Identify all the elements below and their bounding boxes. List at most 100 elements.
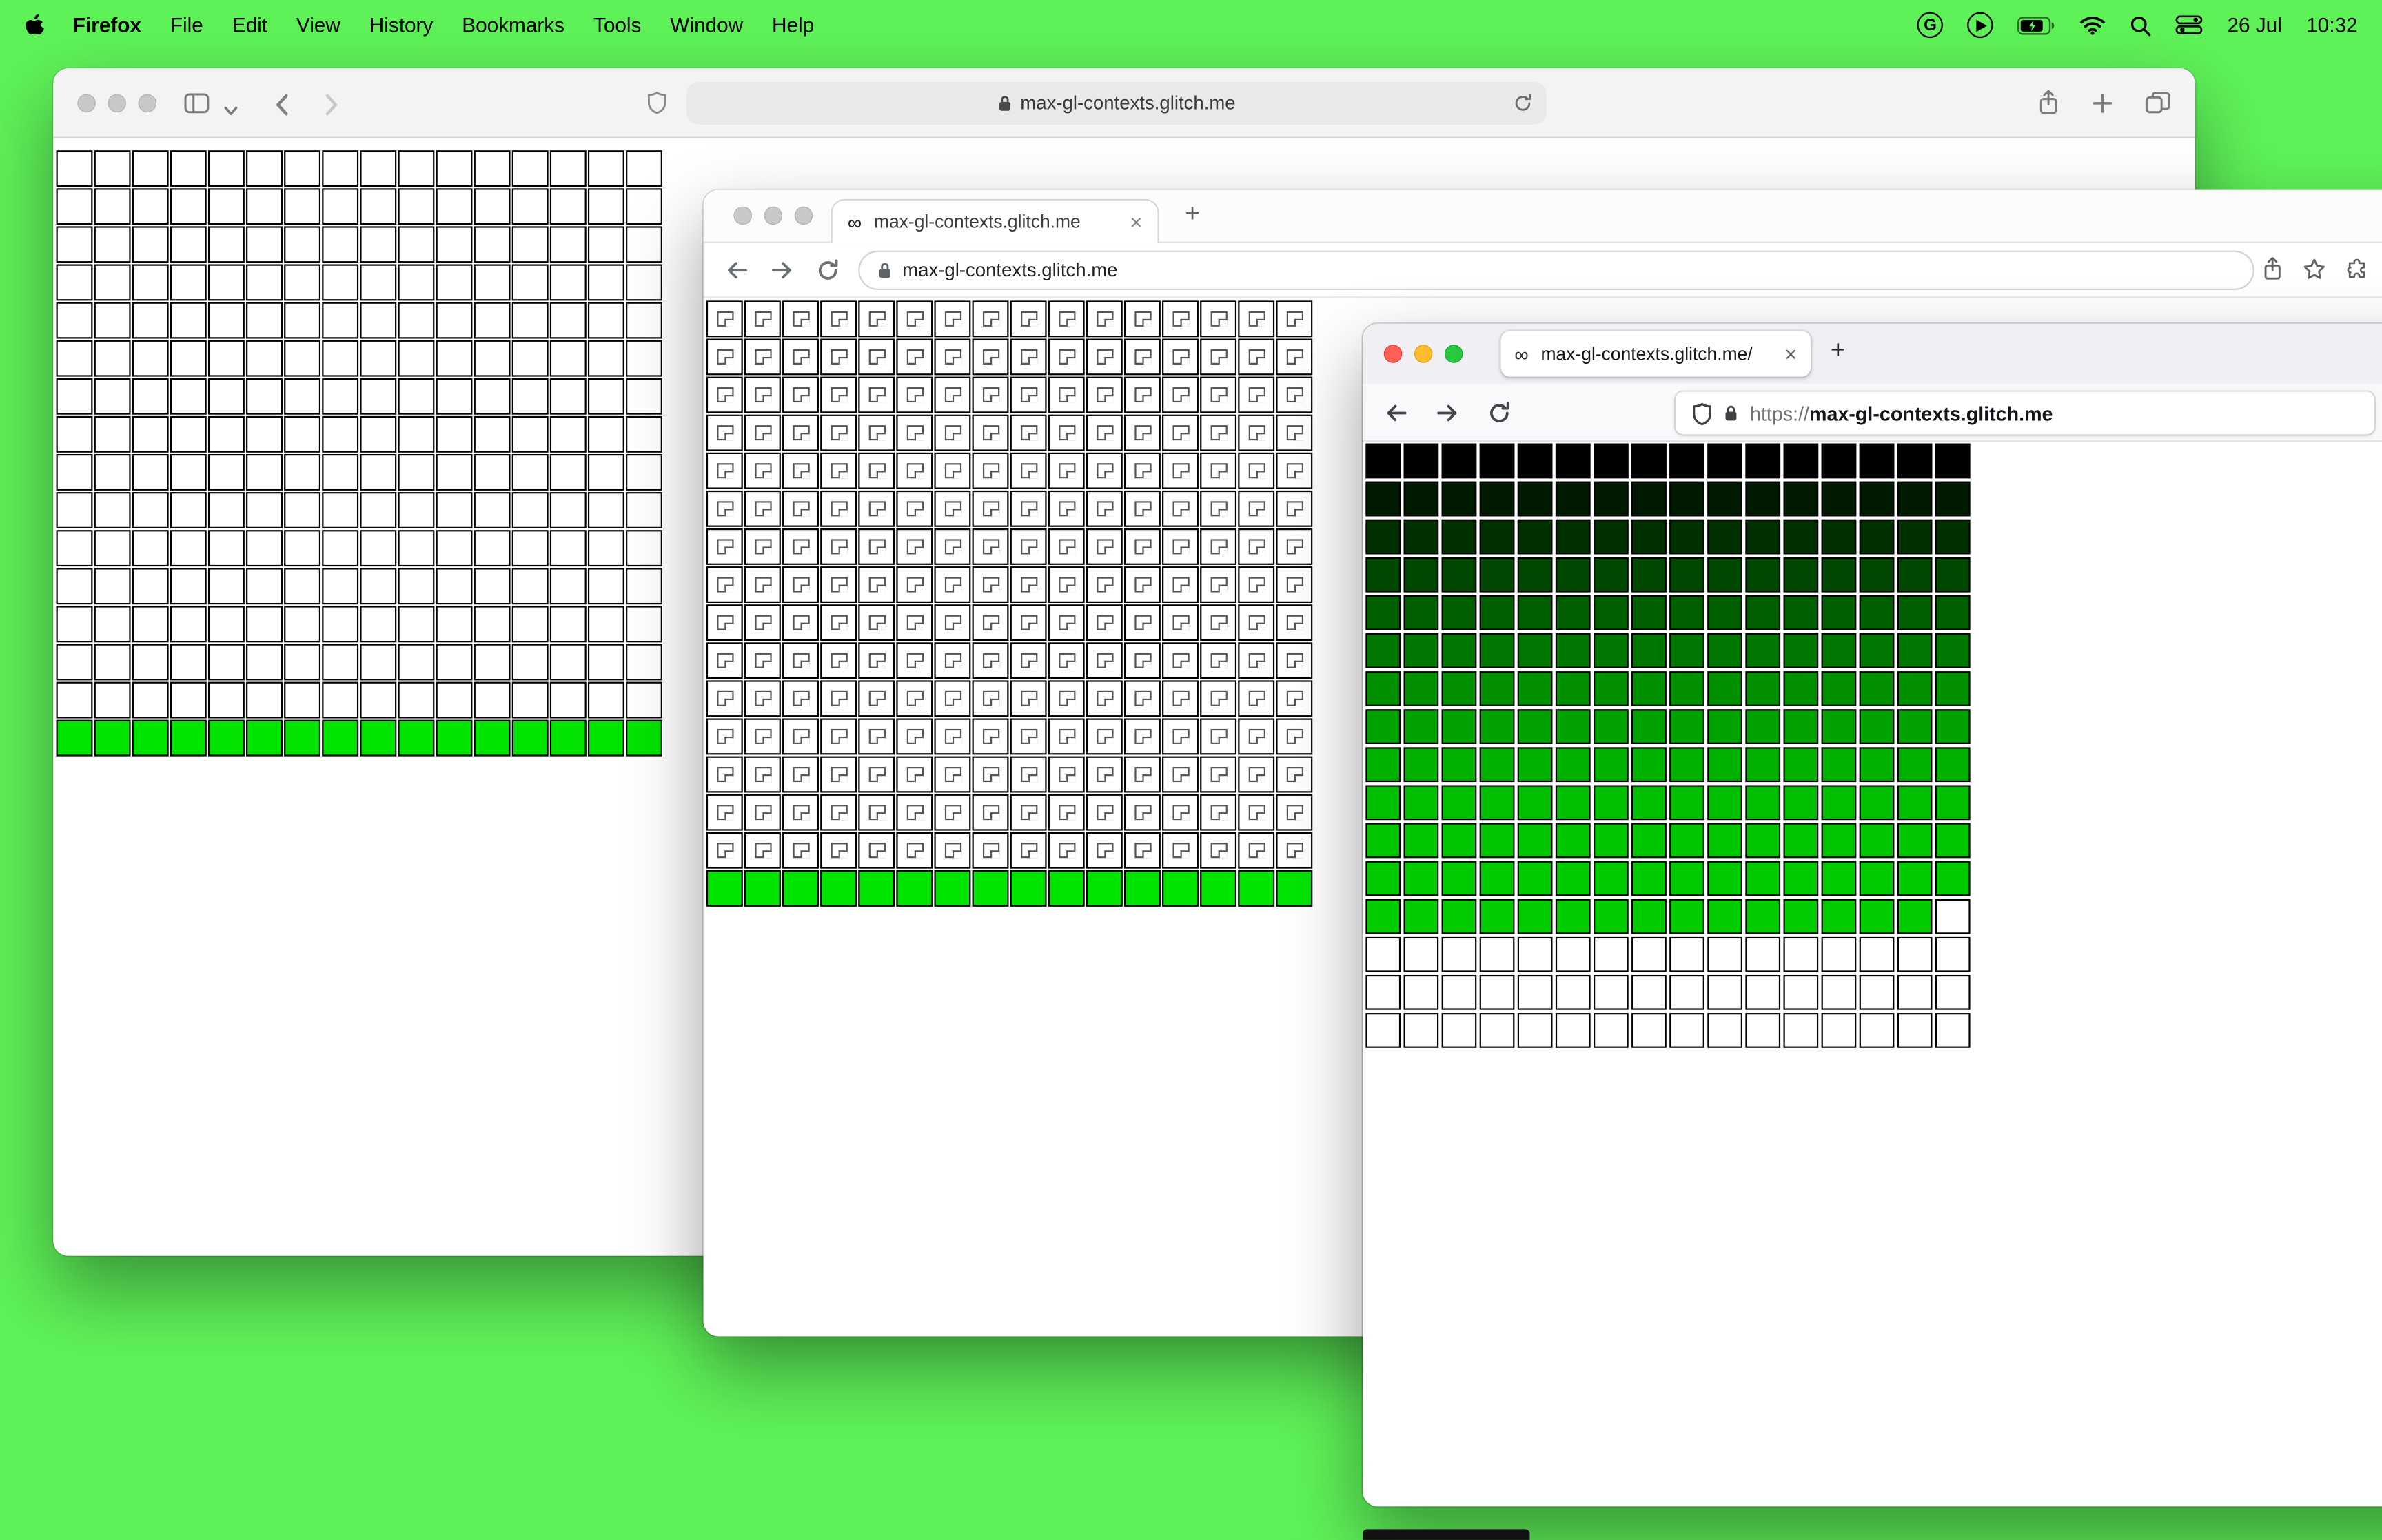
canvas-cell (587, 378, 624, 415)
wifi-icon[interactable] (2080, 15, 2106, 35)
canvas-cell (1745, 481, 1781, 517)
close-window-button[interactable] (1383, 345, 1403, 363)
share-button[interactable] (2262, 256, 2283, 288)
minimize-window-button[interactable] (764, 206, 783, 225)
menubar-date[interactable]: 26 Jul (2227, 14, 2281, 37)
tab-max-gl-contexts[interactable]: ∞ max-gl-contexts.glitch.me/ × (1500, 331, 1811, 377)
canvas-cell (1238, 452, 1275, 489)
address-bar[interactable]: https://max-gl-contexts.glitch.me (1676, 391, 2374, 435)
bookmark-button[interactable] (2303, 258, 2325, 288)
canvas-cell (1238, 756, 1275, 793)
zoom-window-button[interactable] (794, 206, 813, 225)
close-tab-button[interactable]: × (1784, 343, 1797, 365)
back-button[interactable] (274, 92, 290, 124)
canvas-row (1365, 709, 1971, 744)
google-status-icon[interactable]: G (1917, 12, 1944, 39)
menu-edit[interactable]: Edit (232, 14, 267, 37)
canvas-cell (1669, 633, 1704, 668)
canvas-cell (1859, 974, 1895, 1010)
broken-image-icon (1096, 767, 1113, 783)
minimize-window-button[interactable] (1414, 345, 1433, 363)
zoom-window-button[interactable] (138, 94, 157, 113)
canvas-cell (1783, 861, 1819, 896)
canvas-row (1365, 519, 1971, 555)
canvas-cell (587, 530, 624, 567)
broken-image-icon (906, 805, 923, 821)
menu-tools[interactable]: Tools (593, 14, 641, 37)
reload-button[interactable] (1487, 401, 1511, 433)
minimize-window-button[interactable] (108, 94, 126, 113)
menu-help[interactable]: Help (772, 14, 814, 37)
canvas-cell (1821, 899, 1857, 934)
tab-group-chevron-button[interactable] (223, 97, 238, 125)
menu-file[interactable]: File (170, 14, 203, 37)
canvas-row (706, 566, 1313, 603)
canvas-row (56, 530, 662, 567)
canvas-cell (94, 188, 131, 225)
canvas-cell (1479, 557, 1515, 593)
forward-button[interactable] (770, 258, 794, 290)
firefox-page-content (1362, 442, 2382, 1056)
new-tab-button[interactable]: + (1185, 199, 1200, 229)
play-status-icon[interactable] (1967, 12, 1994, 39)
address-bar[interactable]: max-gl-contexts.glitch.me (858, 250, 2254, 290)
broken-image-icon (1058, 767, 1075, 783)
canvas-cell (1783, 899, 1819, 934)
broken-image-icon (830, 805, 847, 821)
extensions-button[interactable] (2345, 258, 2368, 288)
menubar-clock[interactable]: 10:32 (2306, 14, 2357, 37)
menu-window[interactable]: Window (670, 14, 743, 37)
canvas-cell (284, 453, 321, 491)
app-menu-firefox[interactable]: Firefox (73, 14, 141, 37)
forward-button[interactable] (1436, 401, 1460, 433)
sidebar-toggle-button[interactable] (184, 92, 210, 121)
share-button[interactable] (2037, 90, 2060, 123)
canvas-cell (1745, 861, 1781, 896)
back-button[interactable] (1384, 401, 1408, 433)
close-window-button[interactable] (77, 94, 96, 113)
address-bar[interactable]: max-gl-contexts.glitch.me (686, 82, 1547, 125)
broken-image-icon (944, 501, 961, 517)
canvas-cell (246, 415, 283, 453)
canvas-cell (1238, 718, 1275, 755)
menu-bookmarks[interactable]: Bookmarks (462, 14, 564, 37)
canvas-cell (1707, 823, 1742, 859)
canvas-cell (474, 453, 511, 491)
broken-image-icon (1096, 425, 1113, 441)
canvas-cell (1479, 785, 1515, 821)
canvas-cell (744, 338, 781, 376)
canvas-cell (1555, 481, 1591, 517)
new-tab-button[interactable]: + (1831, 336, 1846, 366)
canvas-cell (474, 530, 511, 567)
close-window-button[interactable] (733, 206, 752, 225)
close-tab-button[interactable]: × (1130, 211, 1142, 232)
broken-image-icon (944, 425, 961, 441)
forward-button[interactable] (323, 92, 340, 124)
search-icon[interactable] (2130, 14, 2151, 36)
canvas-cell (858, 528, 895, 565)
canvas-cell (322, 492, 359, 528)
apple-menu[interactable] (24, 13, 44, 37)
canvas-cell (1010, 528, 1047, 565)
reload-button[interactable] (1513, 92, 1533, 118)
new-tab-button[interactable] (2092, 92, 2113, 121)
canvas-cell (132, 606, 169, 643)
menu-history[interactable]: History (369, 14, 434, 37)
canvas-cell (1479, 595, 1515, 630)
menu-view[interactable]: View (296, 14, 340, 37)
canvas-cell (1403, 974, 1439, 1010)
tab-overview-button[interactable] (2145, 91, 2170, 121)
control-center-icon[interactable] (2175, 15, 2203, 35)
zoom-window-button[interactable] (1445, 345, 1463, 363)
reload-button[interactable] (816, 258, 840, 290)
canvas-cell (246, 340, 283, 377)
canvas-cell (322, 226, 359, 263)
privacy-report-button[interactable] (647, 91, 667, 121)
back-button[interactable] (724, 258, 749, 290)
canvas-row (706, 376, 1313, 413)
battery-icon[interactable] (2017, 16, 2055, 34)
window-controls (1383, 345, 1463, 363)
canvas-cell (1162, 680, 1199, 717)
tab-max-gl-contexts[interactable]: ∞ max-gl-contexts.glitch.me × (831, 198, 1159, 243)
canvas-cell (1276, 794, 1313, 831)
